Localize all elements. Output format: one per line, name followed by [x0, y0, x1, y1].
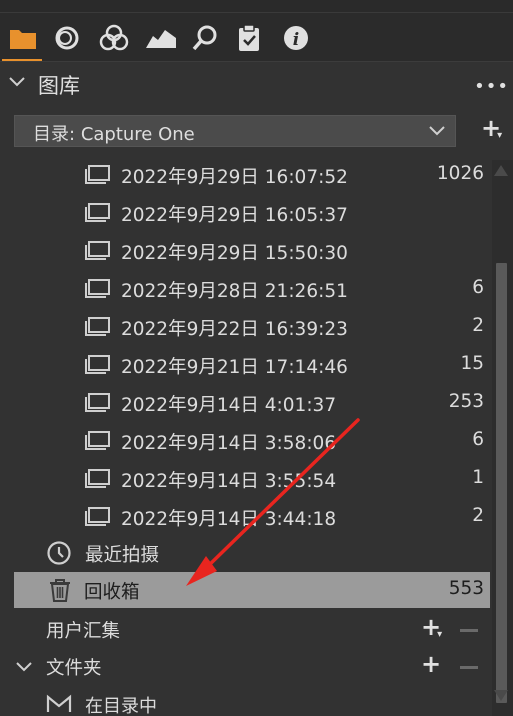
- add-folder-icon[interactable]: +: [421, 650, 441, 678]
- catalog-value: Capture One: [80, 124, 195, 145]
- trash-item[interactable]: 回收箱 553: [14, 572, 490, 608]
- import-count: 2: [472, 505, 484, 526]
- import-label: 2022年9月14日 4:01:37: [121, 395, 337, 416]
- user-collections-label: 用户汇集: [46, 621, 121, 642]
- album-icon: [85, 431, 110, 450]
- scroll-up-arrow[interactable]: [494, 165, 508, 176]
- capture-tab[interactable]: [50, 21, 84, 55]
- clipboard-icon: [239, 24, 259, 51]
- library-title: 图库: [38, 74, 80, 98]
- add-catalog-icon[interactable]: +▾: [481, 114, 506, 142]
- catalog-label: 目录:: [33, 124, 76, 145]
- album-icon: [85, 355, 110, 374]
- album-icon: [85, 203, 110, 222]
- color-tab[interactable]: [97, 21, 131, 55]
- remove-collection-icon[interactable]: [460, 629, 478, 632]
- import-row[interactable]: 2022年9月14日 3:44:18 2: [0, 498, 490, 536]
- scrollbar-thumb[interactable]: [496, 263, 507, 703]
- trash-label: 回收箱: [84, 582, 140, 603]
- window-top-strip: [0, 0, 513, 13]
- folder-icon: [10, 30, 36, 49]
- import-count: 1: [472, 467, 484, 488]
- library-header[interactable]: 图库 •••: [0, 62, 513, 106]
- import-count: 253: [448, 391, 484, 412]
- info-icon: i: [284, 26, 308, 50]
- import-row[interactable]: 2022年9月22日 16:39:23 2: [0, 308, 490, 346]
- import-label: 2022年9月29日 16:05:37: [121, 205, 348, 226]
- chevron-down-icon: [429, 126, 445, 136]
- scrollbar[interactable]: [492, 160, 513, 716]
- album-icon: [85, 393, 110, 412]
- more-options-icon[interactable]: •••: [474, 76, 509, 97]
- add-collection-icon[interactable]: +▾: [421, 613, 446, 641]
- import-row[interactable]: 2022年9月29日 16:05:37: [0, 194, 490, 232]
- album-icon: [85, 241, 110, 260]
- tool-tabs: i: [0, 13, 513, 61]
- metadata-tab[interactable]: [232, 21, 266, 55]
- search-tab[interactable]: [188, 21, 222, 55]
- color-icon: [99, 24, 129, 51]
- import-label: 2022年9月14日 3:55:54: [121, 471, 337, 492]
- import-row[interactable]: 2022年9月28日 21:26:51 6: [0, 270, 490, 308]
- user-collections-header[interactable]: 用户汇集 +▾: [0, 612, 490, 648]
- import-count: 6: [472, 277, 484, 298]
- import-label: 2022年9月21日 17:14:46: [121, 357, 348, 378]
- remove-folder-icon[interactable]: [460, 666, 478, 669]
- trash-count: 553: [448, 578, 484, 599]
- trash-icon: [50, 579, 70, 602]
- import-count: 6: [472, 429, 484, 450]
- import-count: 15: [460, 353, 484, 374]
- import-row[interactable]: 2022年9月14日 4:01:37 253: [0, 384, 490, 422]
- import-label: 2022年9月22日 16:39:23: [121, 319, 348, 340]
- album-icon: [85, 165, 110, 184]
- circle-icon: [55, 26, 79, 50]
- scroll-down-arrow[interactable]: [494, 690, 508, 701]
- chevron-down-icon[interactable]: [9, 76, 25, 88]
- catalog-select[interactable]: 目录: Capture One: [14, 115, 456, 147]
- import-label: 2022年9月28日 21:26:51: [121, 281, 348, 302]
- album-icon: [85, 317, 110, 336]
- folders-label: 文件夹: [46, 658, 102, 679]
- clock-icon: [47, 541, 71, 565]
- info-tab[interactable]: i: [279, 21, 313, 55]
- import-label: 2022年9月14日 3:44:18: [121, 509, 337, 530]
- import-count: 2: [472, 315, 484, 336]
- in-catalog-item[interactable]: 在目录中: [0, 688, 490, 716]
- import-count: 1026: [436, 163, 484, 184]
- catalog-folder-icon: [46, 694, 72, 712]
- import-row[interactable]: 2022年9月14日 3:55:54 1: [0, 460, 490, 498]
- album-icon: [85, 279, 110, 298]
- import-label: 2022年9月29日 15:50:30: [121, 243, 348, 264]
- import-row[interactable]: 2022年9月29日 16:07:52 1026: [0, 156, 490, 194]
- folders-header[interactable]: 文件夹 +: [0, 649, 490, 685]
- library-tab[interactable]: [6, 21, 40, 55]
- exposure-tab[interactable]: [142, 21, 180, 55]
- chevron-down-icon[interactable]: [16, 661, 32, 673]
- recent-captures-label: 最近拍摄: [85, 545, 160, 566]
- in-catalog-label: 在目录中: [85, 696, 157, 716]
- mountain-icon: [146, 30, 176, 48]
- album-icon: [85, 469, 110, 488]
- svg-text:i: i: [293, 30, 299, 50]
- import-row[interactable]: 2022年9月29日 15:50:30: [0, 232, 490, 270]
- import-label: 2022年9月14日 3:58:06: [121, 433, 337, 454]
- search-icon: [192, 25, 217, 51]
- import-label: 2022年9月29日 16:07:52: [121, 167, 348, 188]
- import-row[interactable]: 2022年9月21日 17:14:46 15: [0, 346, 490, 384]
- album-icon: [85, 507, 110, 526]
- import-row[interactable]: 2022年9月14日 3:58:06 6: [0, 422, 490, 460]
- recent-captures-item[interactable]: 最近拍摄: [0, 535, 490, 571]
